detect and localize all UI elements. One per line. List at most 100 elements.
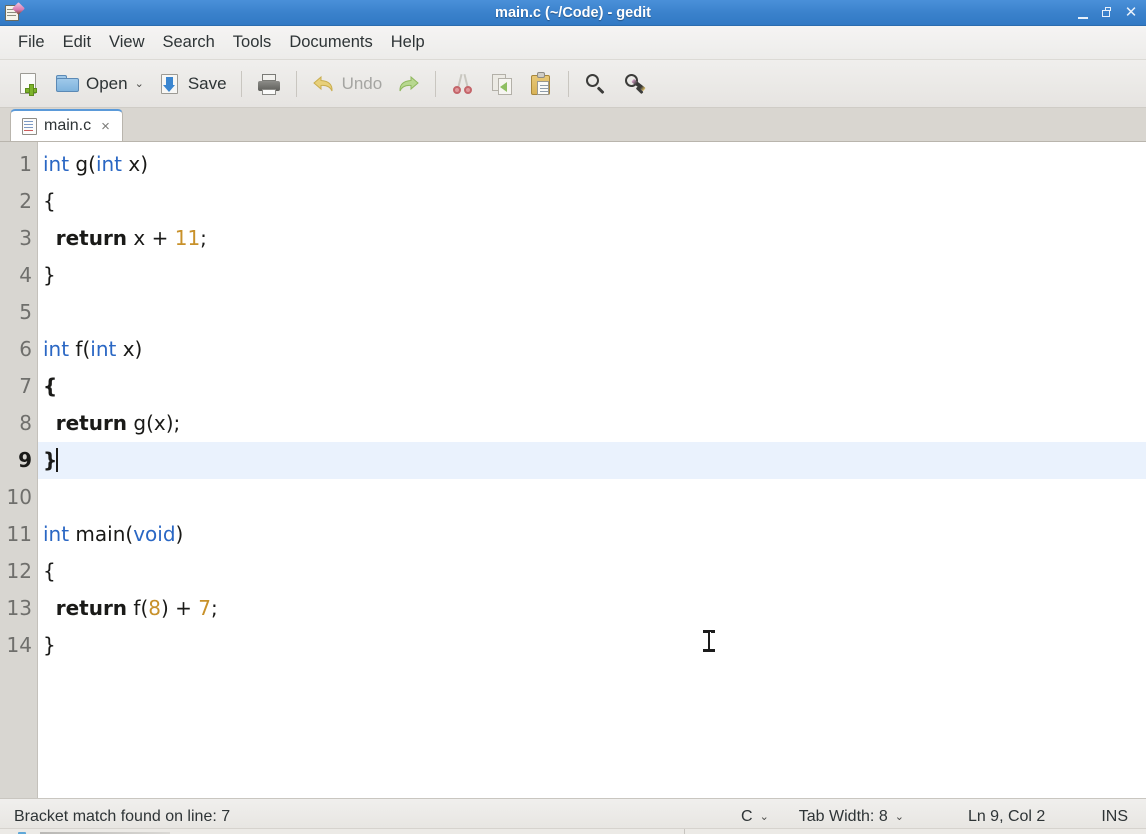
line-number: 3 bbox=[19, 226, 32, 250]
code-line[interactable]: int g(int x) bbox=[38, 146, 1146, 183]
tab-main-c[interactable]: main.c × bbox=[10, 109, 123, 141]
toolbar: Open ⌄ Save Undo bbox=[0, 60, 1146, 108]
token-text: f( bbox=[127, 596, 149, 620]
chevron-down-icon: ⌄ bbox=[759, 811, 769, 823]
token-text: x) bbox=[122, 152, 149, 176]
window-controls: ✕ bbox=[1076, 5, 1146, 21]
code-line[interactable]: { bbox=[38, 368, 1146, 405]
token-text: } bbox=[43, 263, 56, 287]
tab-width-selector[interactable]: Tab Width: 8 ⌄ bbox=[795, 806, 908, 828]
line-number: 11 bbox=[6, 522, 32, 546]
desktop-taskbar-sliver bbox=[0, 828, 1146, 834]
token-text: main( bbox=[69, 522, 134, 546]
line-number: 8 bbox=[19, 411, 32, 435]
code-line[interactable]: int f(int x) bbox=[38, 331, 1146, 368]
toolbar-separator bbox=[568, 70, 570, 97]
token-number: 8 bbox=[148, 596, 161, 620]
language-selector[interactable]: C ⌄ bbox=[737, 806, 773, 828]
undo-button: Undo bbox=[305, 65, 389, 103]
token-text: { bbox=[43, 189, 56, 213]
code-line[interactable]: } bbox=[38, 627, 1146, 664]
token-keyword: int bbox=[43, 152, 70, 176]
new-document-button[interactable] bbox=[10, 65, 48, 103]
cut-button[interactable] bbox=[444, 65, 482, 103]
code-line-current[interactable]: } bbox=[38, 442, 1146, 479]
token-text: g(x); bbox=[127, 411, 181, 435]
find-magnifier-icon bbox=[583, 71, 609, 97]
save-icon bbox=[157, 71, 183, 97]
token-keyword: int bbox=[90, 337, 117, 361]
token-text: x) bbox=[116, 337, 143, 361]
redo-button[interactable] bbox=[389, 65, 427, 103]
replace-button[interactable] bbox=[616, 65, 654, 103]
line-number-current: 9 bbox=[18, 448, 32, 472]
menu-help[interactable]: Help bbox=[382, 30, 434, 55]
maximize-icon[interactable] bbox=[1100, 5, 1114, 21]
titlebar: main.c (~/Code) - gedit ✕ bbox=[0, 0, 1146, 26]
document-icon bbox=[22, 117, 37, 135]
tab-label: main.c bbox=[44, 117, 92, 134]
tab-width-label: Tab Width: 8 bbox=[798, 807, 888, 825]
line-number: 2 bbox=[19, 189, 32, 213]
menu-tools[interactable]: Tools bbox=[224, 30, 281, 55]
tab-close-icon[interactable]: × bbox=[98, 117, 113, 136]
token-text: f( bbox=[69, 337, 91, 361]
insert-mode-indicator: INS bbox=[1101, 807, 1128, 825]
menu-view[interactable]: View bbox=[100, 30, 153, 55]
code-line[interactable] bbox=[38, 479, 1146, 516]
tabbar: main.c × bbox=[0, 108, 1146, 142]
menu-search[interactable]: Search bbox=[154, 30, 224, 55]
menu-file[interactable]: File bbox=[9, 30, 54, 55]
token-keyword: int bbox=[43, 522, 70, 546]
minimize-icon[interactable] bbox=[1076, 5, 1090, 21]
token-matching-bracket: { bbox=[43, 374, 58, 398]
token-text: ) + bbox=[160, 596, 199, 620]
new-document-icon bbox=[16, 71, 42, 97]
window-title: main.c (~/Code) - gedit bbox=[495, 4, 651, 21]
token-text: g( bbox=[69, 152, 96, 176]
line-number: 10 bbox=[6, 485, 32, 509]
line-number: 4 bbox=[19, 263, 32, 287]
save-button[interactable]: Save bbox=[151, 65, 233, 103]
open-folder-icon bbox=[55, 71, 81, 97]
gedit-app-icon bbox=[3, 1, 25, 23]
chevron-down-icon[interactable]: ⌄ bbox=[135, 77, 144, 90]
find-replace-icon bbox=[622, 71, 648, 97]
code-line[interactable]: return g(x); bbox=[38, 405, 1146, 442]
code-line[interactable]: { bbox=[38, 553, 1146, 590]
open-button[interactable]: Open ⌄ bbox=[49, 65, 150, 103]
line-number: 7 bbox=[19, 374, 32, 398]
code-line[interactable] bbox=[38, 294, 1146, 331]
redo-icon bbox=[395, 71, 421, 97]
paste-button[interactable] bbox=[522, 65, 560, 103]
line-number: 12 bbox=[6, 559, 32, 583]
find-button[interactable] bbox=[577, 65, 615, 103]
line-number: 6 bbox=[19, 337, 32, 361]
token-text: } bbox=[43, 633, 56, 657]
editor[interactable]: 1 2 3 4 5 6 7 8 9 10 11 12 13 14 int g(i… bbox=[0, 142, 1146, 798]
token-number: 11 bbox=[174, 226, 201, 250]
toolbar-separator bbox=[435, 70, 437, 97]
token-text: x + bbox=[127, 226, 175, 250]
token-keyword: return bbox=[55, 411, 128, 435]
language-label: C bbox=[741, 807, 753, 825]
code-line[interactable]: return f(8) + 7; bbox=[38, 590, 1146, 627]
line-number: 1 bbox=[19, 152, 32, 176]
code-line[interactable]: return x + 11; bbox=[38, 220, 1146, 257]
close-icon[interactable]: ✕ bbox=[1124, 5, 1138, 21]
code-line[interactable]: int main(void) bbox=[38, 516, 1146, 553]
menu-edit[interactable]: Edit bbox=[54, 30, 100, 55]
open-label: Open bbox=[86, 73, 128, 93]
menu-documents[interactable]: Documents bbox=[280, 30, 381, 55]
code-line[interactable]: } bbox=[38, 257, 1146, 294]
print-button[interactable] bbox=[250, 65, 288, 103]
line-number: 13 bbox=[6, 596, 32, 620]
status-message: Bracket match found on line: 7 bbox=[14, 807, 231, 825]
token-text: ) bbox=[175, 522, 184, 546]
token-text: ; bbox=[211, 596, 218, 620]
copy-icon bbox=[489, 71, 515, 97]
code-text-area[interactable]: int g(int x) { return x + 11; } int f(in… bbox=[38, 142, 1146, 798]
code-line[interactable]: { bbox=[38, 183, 1146, 220]
